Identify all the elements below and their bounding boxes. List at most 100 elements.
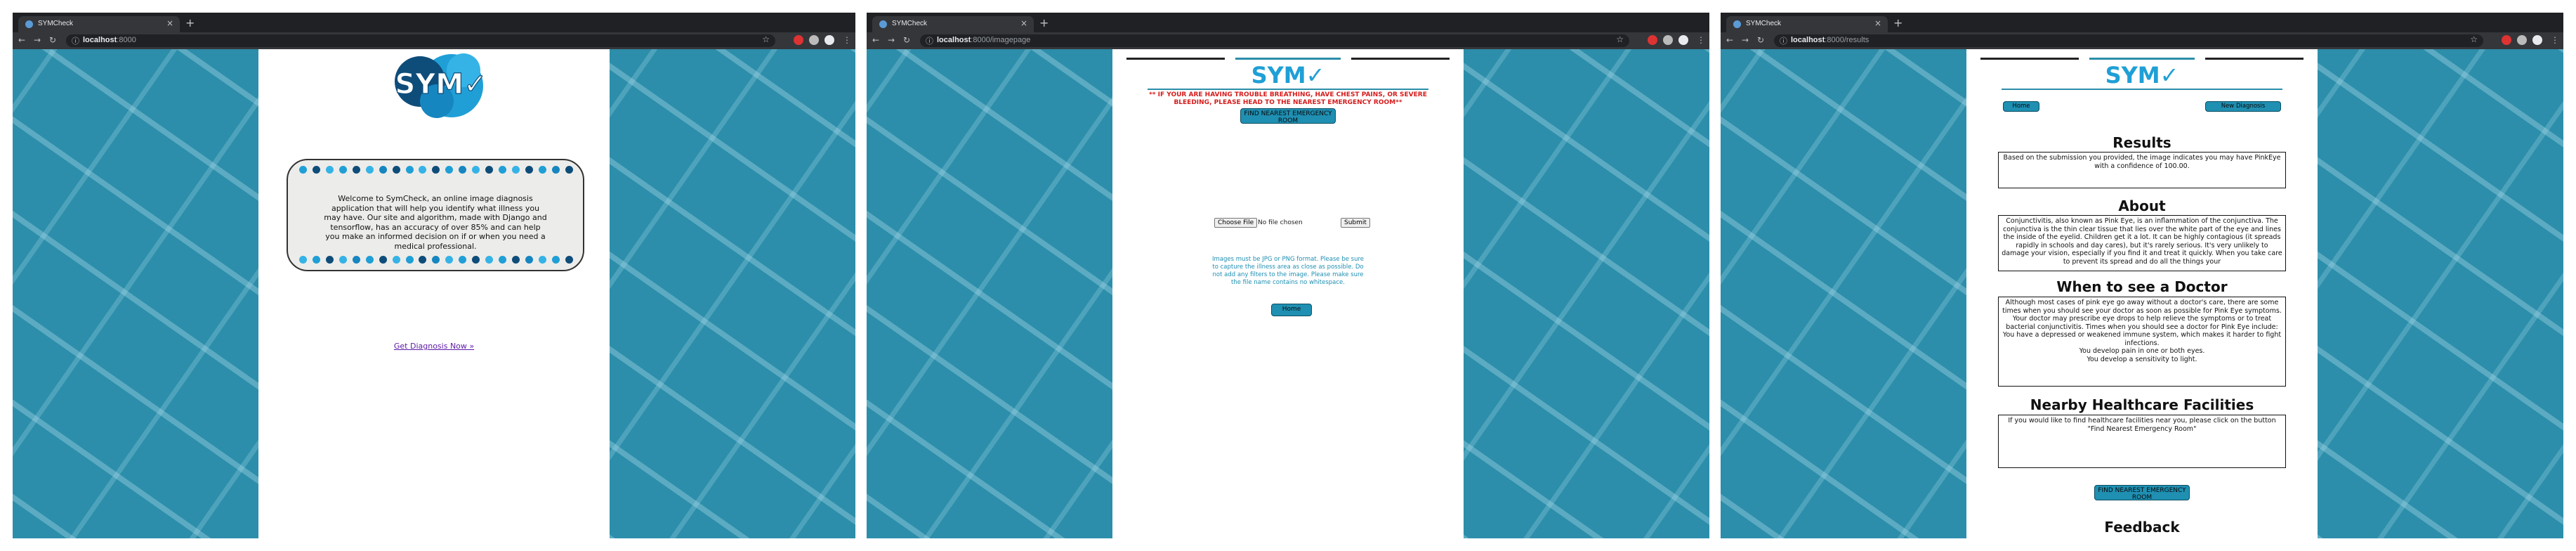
reload-icon[interactable]: ↻ xyxy=(903,35,910,45)
symcheck-logo: SYM✓ xyxy=(1251,62,1325,89)
site-info-icon[interactable]: ⓘ xyxy=(1780,35,1787,46)
upload-instructions: Images must be JPG or PNG format. Please… xyxy=(1211,256,1365,286)
divider xyxy=(1148,89,1428,90)
doctor-item: You develop a sensitivity to light. xyxy=(2087,355,2197,363)
results-text: Based on the submission you provided, th… xyxy=(2003,154,2281,170)
choose-file-button[interactable]: Choose File xyxy=(1214,218,1258,228)
url-path: :8000 xyxy=(117,36,136,44)
welcome-text: Welcome to SymCheck, an online image dia… xyxy=(324,194,547,251)
decorative-dot-row xyxy=(299,166,573,174)
decorative-dot-row xyxy=(299,256,573,264)
site-info-icon[interactable]: ⓘ xyxy=(926,35,933,46)
doctor-item: You have a depressed or weakened immune … xyxy=(2002,331,2282,347)
browser-menu-icon[interactable]: ⋮ xyxy=(2551,35,2559,45)
svg-text:SYM✓: SYM✓ xyxy=(1251,62,1325,89)
tab-title: SYMCheck xyxy=(892,20,928,27)
address-bar[interactable]: ⓘ localhost:8000/results ☆ xyxy=(1774,34,2483,47)
url-host: localhost xyxy=(1791,36,1825,44)
tab-strip: SYMCheck × + xyxy=(13,13,855,32)
reload-icon[interactable]: ↻ xyxy=(49,35,56,45)
profile-avatar-icon[interactable] xyxy=(824,35,834,45)
bookmark-star-icon[interactable]: ☆ xyxy=(762,34,770,44)
get-diagnosis-link[interactable]: Get Diagnosis Now » xyxy=(258,342,610,351)
back-icon[interactable]: ← xyxy=(872,35,879,45)
url-host: localhost xyxy=(83,36,117,44)
page-background: SYM✓ ** IF YOUR ARE HAVING TROUBLE BREAT… xyxy=(867,49,1709,538)
about-box: Conjunctivitis, also known as Pink Eye, … xyxy=(1998,215,2286,271)
doctor-box: Although most cases of pink eye go away … xyxy=(1998,297,2286,387)
bookmark-star-icon[interactable]: ☆ xyxy=(1616,34,1624,44)
welcome-card: Welcome to SymCheck, an online image dia… xyxy=(287,159,584,271)
browser-toolbar: ← → ↻ ⓘ localhost:8000/imagepage ☆ ⋮ xyxy=(867,32,1709,49)
browser-tab[interactable]: SYMCheck × xyxy=(872,16,1034,32)
emergency-warning: ** IF YOUR ARE HAVING TROUBLE BREATHING,… xyxy=(1149,91,1427,106)
tab-strip: SYMCheck × + xyxy=(1721,13,2563,32)
extension-icon[interactable] xyxy=(2517,35,2527,45)
forward-icon[interactable]: → xyxy=(888,35,895,45)
svg-text:SYM✓: SYM✓ xyxy=(2105,62,2179,89)
new-tab-button[interactable]: + xyxy=(185,16,195,30)
extension-icon[interactable] xyxy=(1648,35,1657,45)
close-tab-icon[interactable]: × xyxy=(166,18,173,28)
browser-tab[interactable]: SYMCheck × xyxy=(18,16,180,32)
favicon-icon xyxy=(25,20,33,28)
close-tab-icon[interactable]: × xyxy=(1874,18,1881,28)
extension-icon[interactable] xyxy=(2502,35,2511,45)
new-diagnosis-button[interactable]: New Diagnosis xyxy=(2205,101,2281,112)
url-text: localhost:8000/results xyxy=(1791,36,1869,44)
bookmark-star-icon[interactable]: ☆ xyxy=(2470,34,2478,44)
browser-menu-icon[interactable]: ⋮ xyxy=(843,35,851,45)
favicon-icon xyxy=(1733,20,1741,28)
new-tab-button[interactable]: + xyxy=(1893,16,1903,30)
home-button[interactable]: Home xyxy=(1271,304,1312,316)
browser-window-results: SYMCheck × + ← → ↻ ⓘ localhost:8000/resu… xyxy=(1721,13,2563,538)
doctor-intro: Although most cases of pink eye go away … xyxy=(2002,299,2282,331)
url-path: :8000/results xyxy=(1825,36,1869,44)
page-background: SYM✓ Home New Diagnosis Results Based on… xyxy=(1721,49,2563,538)
address-bar[interactable]: ⓘ localhost:8000 ☆ xyxy=(66,34,775,47)
facilities-box: If you would like to find healthcare fac… xyxy=(1998,415,2286,468)
about-text: Conjunctivitis, also known as Pink Eye, … xyxy=(2002,217,2282,266)
find-emergency-room-button[interactable]: FIND NEAREST EMERGENCY ROOM xyxy=(1240,108,1336,124)
facilities-heading: Nearby Healthcare Facilities xyxy=(2030,396,2254,413)
logo-text: SYM xyxy=(2105,62,2160,89)
profile-avatar-icon[interactable] xyxy=(2532,35,2542,45)
imagepage-content: SYM✓ ** IF YOUR ARE HAVING TROUBLE BREAT… xyxy=(1112,49,1464,538)
symcheck-logo: SYM✓ xyxy=(395,53,487,118)
results-content: SYM✓ Home New Diagnosis Results Based on… xyxy=(1966,49,2318,538)
forward-icon[interactable]: → xyxy=(1742,35,1749,45)
extension-icon[interactable] xyxy=(1663,35,1673,45)
close-tab-icon[interactable]: × xyxy=(1020,18,1027,28)
logo-check-icon: ✓ xyxy=(2160,62,2179,89)
home-button[interactable]: Home xyxy=(2003,101,2039,112)
browser-tab[interactable]: SYMCheck × xyxy=(1726,16,1888,32)
back-icon[interactable]: ← xyxy=(1726,35,1733,45)
new-tab-button[interactable]: + xyxy=(1039,16,1049,30)
submit-button[interactable]: Submit xyxy=(1341,218,1370,228)
extension-icon[interactable] xyxy=(794,35,803,45)
results-box: Based on the submission you provided, th… xyxy=(1998,152,2286,188)
address-bar[interactable]: ⓘ localhost:8000/imagepage ☆ xyxy=(920,34,1629,47)
forward-icon[interactable]: → xyxy=(34,35,41,45)
feedback-heading: Feedback xyxy=(2104,519,2180,536)
find-emergency-room-button[interactable]: FIND NEAREST EMERGENCY ROOM xyxy=(2094,485,2190,501)
url-text: localhost:8000 xyxy=(83,36,136,44)
browser-window-imagepage: SYMCheck × + ← → ↻ ⓘ localhost:8000/imag… xyxy=(867,13,1709,538)
extension-icon[interactable] xyxy=(809,35,819,45)
svg-text:SYM✓: SYM✓ xyxy=(395,68,487,101)
tab-title: SYMCheck xyxy=(1746,20,1782,27)
results-heading: Results xyxy=(2112,134,2171,151)
url-host: localhost xyxy=(937,36,971,44)
browser-menu-icon[interactable]: ⋮ xyxy=(1697,35,1705,45)
browser-window-home: SYMCheck × + ← → ↻ ⓘ localhost:8000 ☆ ⋮ … xyxy=(13,13,855,538)
facilities-text: If you would like to find healthcare fac… xyxy=(2008,417,2276,433)
profile-avatar-icon[interactable] xyxy=(1678,35,1688,45)
tab-strip: SYMCheck × + xyxy=(867,13,1709,32)
back-icon[interactable]: ← xyxy=(18,35,25,45)
site-info-icon[interactable]: ⓘ xyxy=(72,35,79,46)
browser-toolbar: ← → ↻ ⓘ localhost:8000/results ☆ ⋮ xyxy=(1721,32,2563,49)
about-heading: About xyxy=(2118,197,2166,214)
reload-icon[interactable]: ↻ xyxy=(1757,35,1764,45)
no-file-label: No file chosen xyxy=(1258,219,1303,226)
upload-form: Choose File No file chosen Submit xyxy=(1214,218,1370,228)
